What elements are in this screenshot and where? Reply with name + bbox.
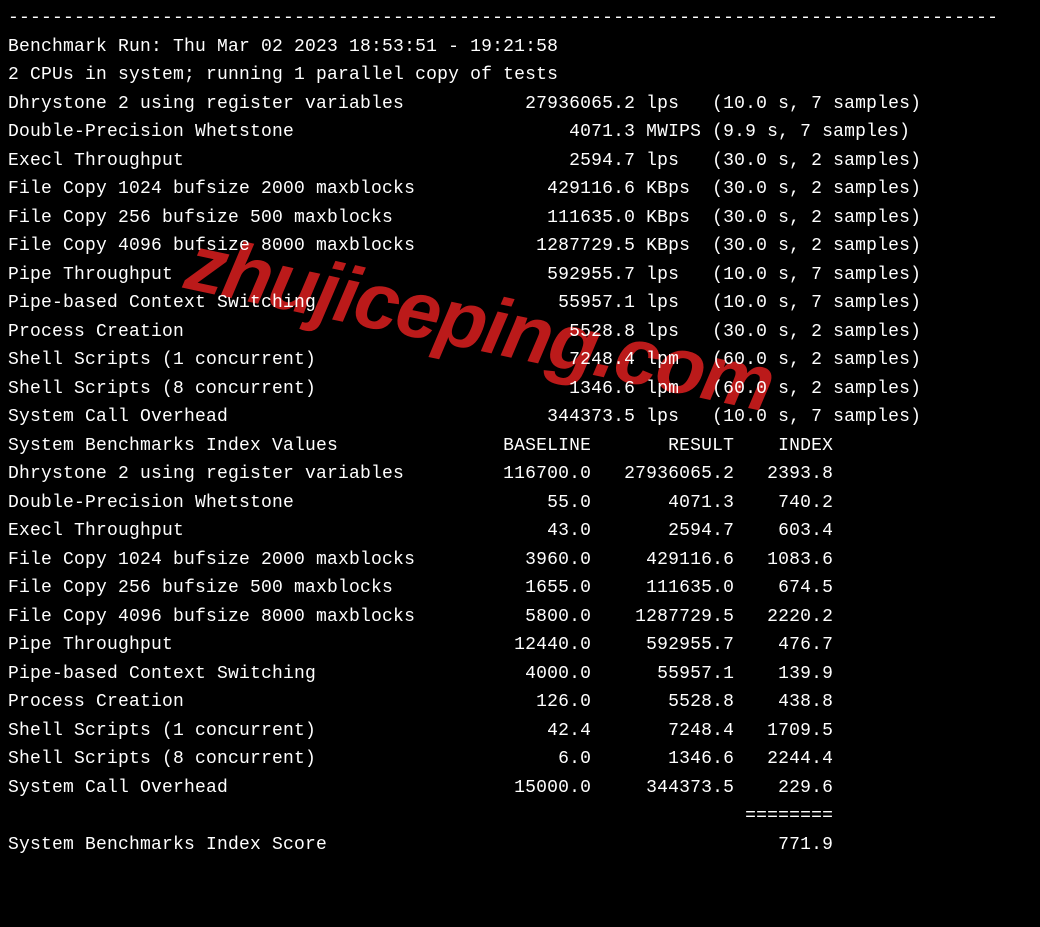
index-row: Process Creation 126.0 5528.8 438.8 (8, 688, 1032, 717)
index-row: Pipe-based Context Switching 4000.0 5595… (8, 660, 1032, 689)
index-row: Pipe Throughput 12440.0 592955.7 476.7 (8, 631, 1032, 660)
index-row: File Copy 4096 bufsize 8000 maxblocks 58… (8, 603, 1032, 632)
index-row: Shell Scripts (8 concurrent) 6.0 1346.6 … (8, 745, 1032, 774)
index-rule: ======== (8, 802, 1032, 831)
result-row: Pipe Throughput 592955.7 lps (10.0 s, 7 … (8, 261, 1032, 290)
result-row: Execl Throughput 2594.7 lps (30.0 s, 2 s… (8, 147, 1032, 176)
index-row: Double-Precision Whetstone 55.0 4071.3 7… (8, 489, 1032, 518)
result-row: File Copy 4096 bufsize 8000 maxblocks 12… (8, 232, 1032, 261)
result-row: System Call Overhead 344373.5 lps (10.0 … (8, 403, 1032, 432)
divider-line: ----------------------------------------… (8, 4, 1032, 33)
index-score: System Benchmarks Index Score 771.9 (8, 831, 1032, 860)
index-row: File Copy 256 bufsize 500 maxblocks 1655… (8, 574, 1032, 603)
index-row: Execl Throughput 43.0 2594.7 603.4 (8, 517, 1032, 546)
result-row: Shell Scripts (8 concurrent) 1346.6 lpm … (8, 375, 1032, 404)
cpu-header: 2 CPUs in system; running 1 parallel cop… (8, 61, 1032, 90)
index-row: Dhrystone 2 using register variables 116… (8, 460, 1032, 489)
result-row: File Copy 1024 bufsize 2000 maxblocks 42… (8, 175, 1032, 204)
result-row: File Copy 256 bufsize 500 maxblocks 1116… (8, 204, 1032, 233)
result-row: Shell Scripts (1 concurrent) 7248.4 lpm … (8, 346, 1032, 375)
result-row: Process Creation 5528.8 lps (30.0 s, 2 s… (8, 318, 1032, 347)
index-row: File Copy 1024 bufsize 2000 maxblocks 39… (8, 546, 1032, 575)
index-row: Shell Scripts (1 concurrent) 42.4 7248.4… (8, 717, 1032, 746)
result-row: Dhrystone 2 using register variables 279… (8, 90, 1032, 119)
result-row: Double-Precision Whetstone 4071.3 MWIPS … (8, 118, 1032, 147)
terminal-output: ----------------------------------------… (0, 0, 1040, 859)
index-row: System Call Overhead 15000.0 344373.5 22… (8, 774, 1032, 803)
index-header: System Benchmarks Index Values BASELINE … (8, 432, 1032, 461)
result-row: Pipe-based Context Switching 55957.1 lps… (8, 289, 1032, 318)
run-header: Benchmark Run: Thu Mar 02 2023 18:53:51 … (8, 33, 1032, 62)
